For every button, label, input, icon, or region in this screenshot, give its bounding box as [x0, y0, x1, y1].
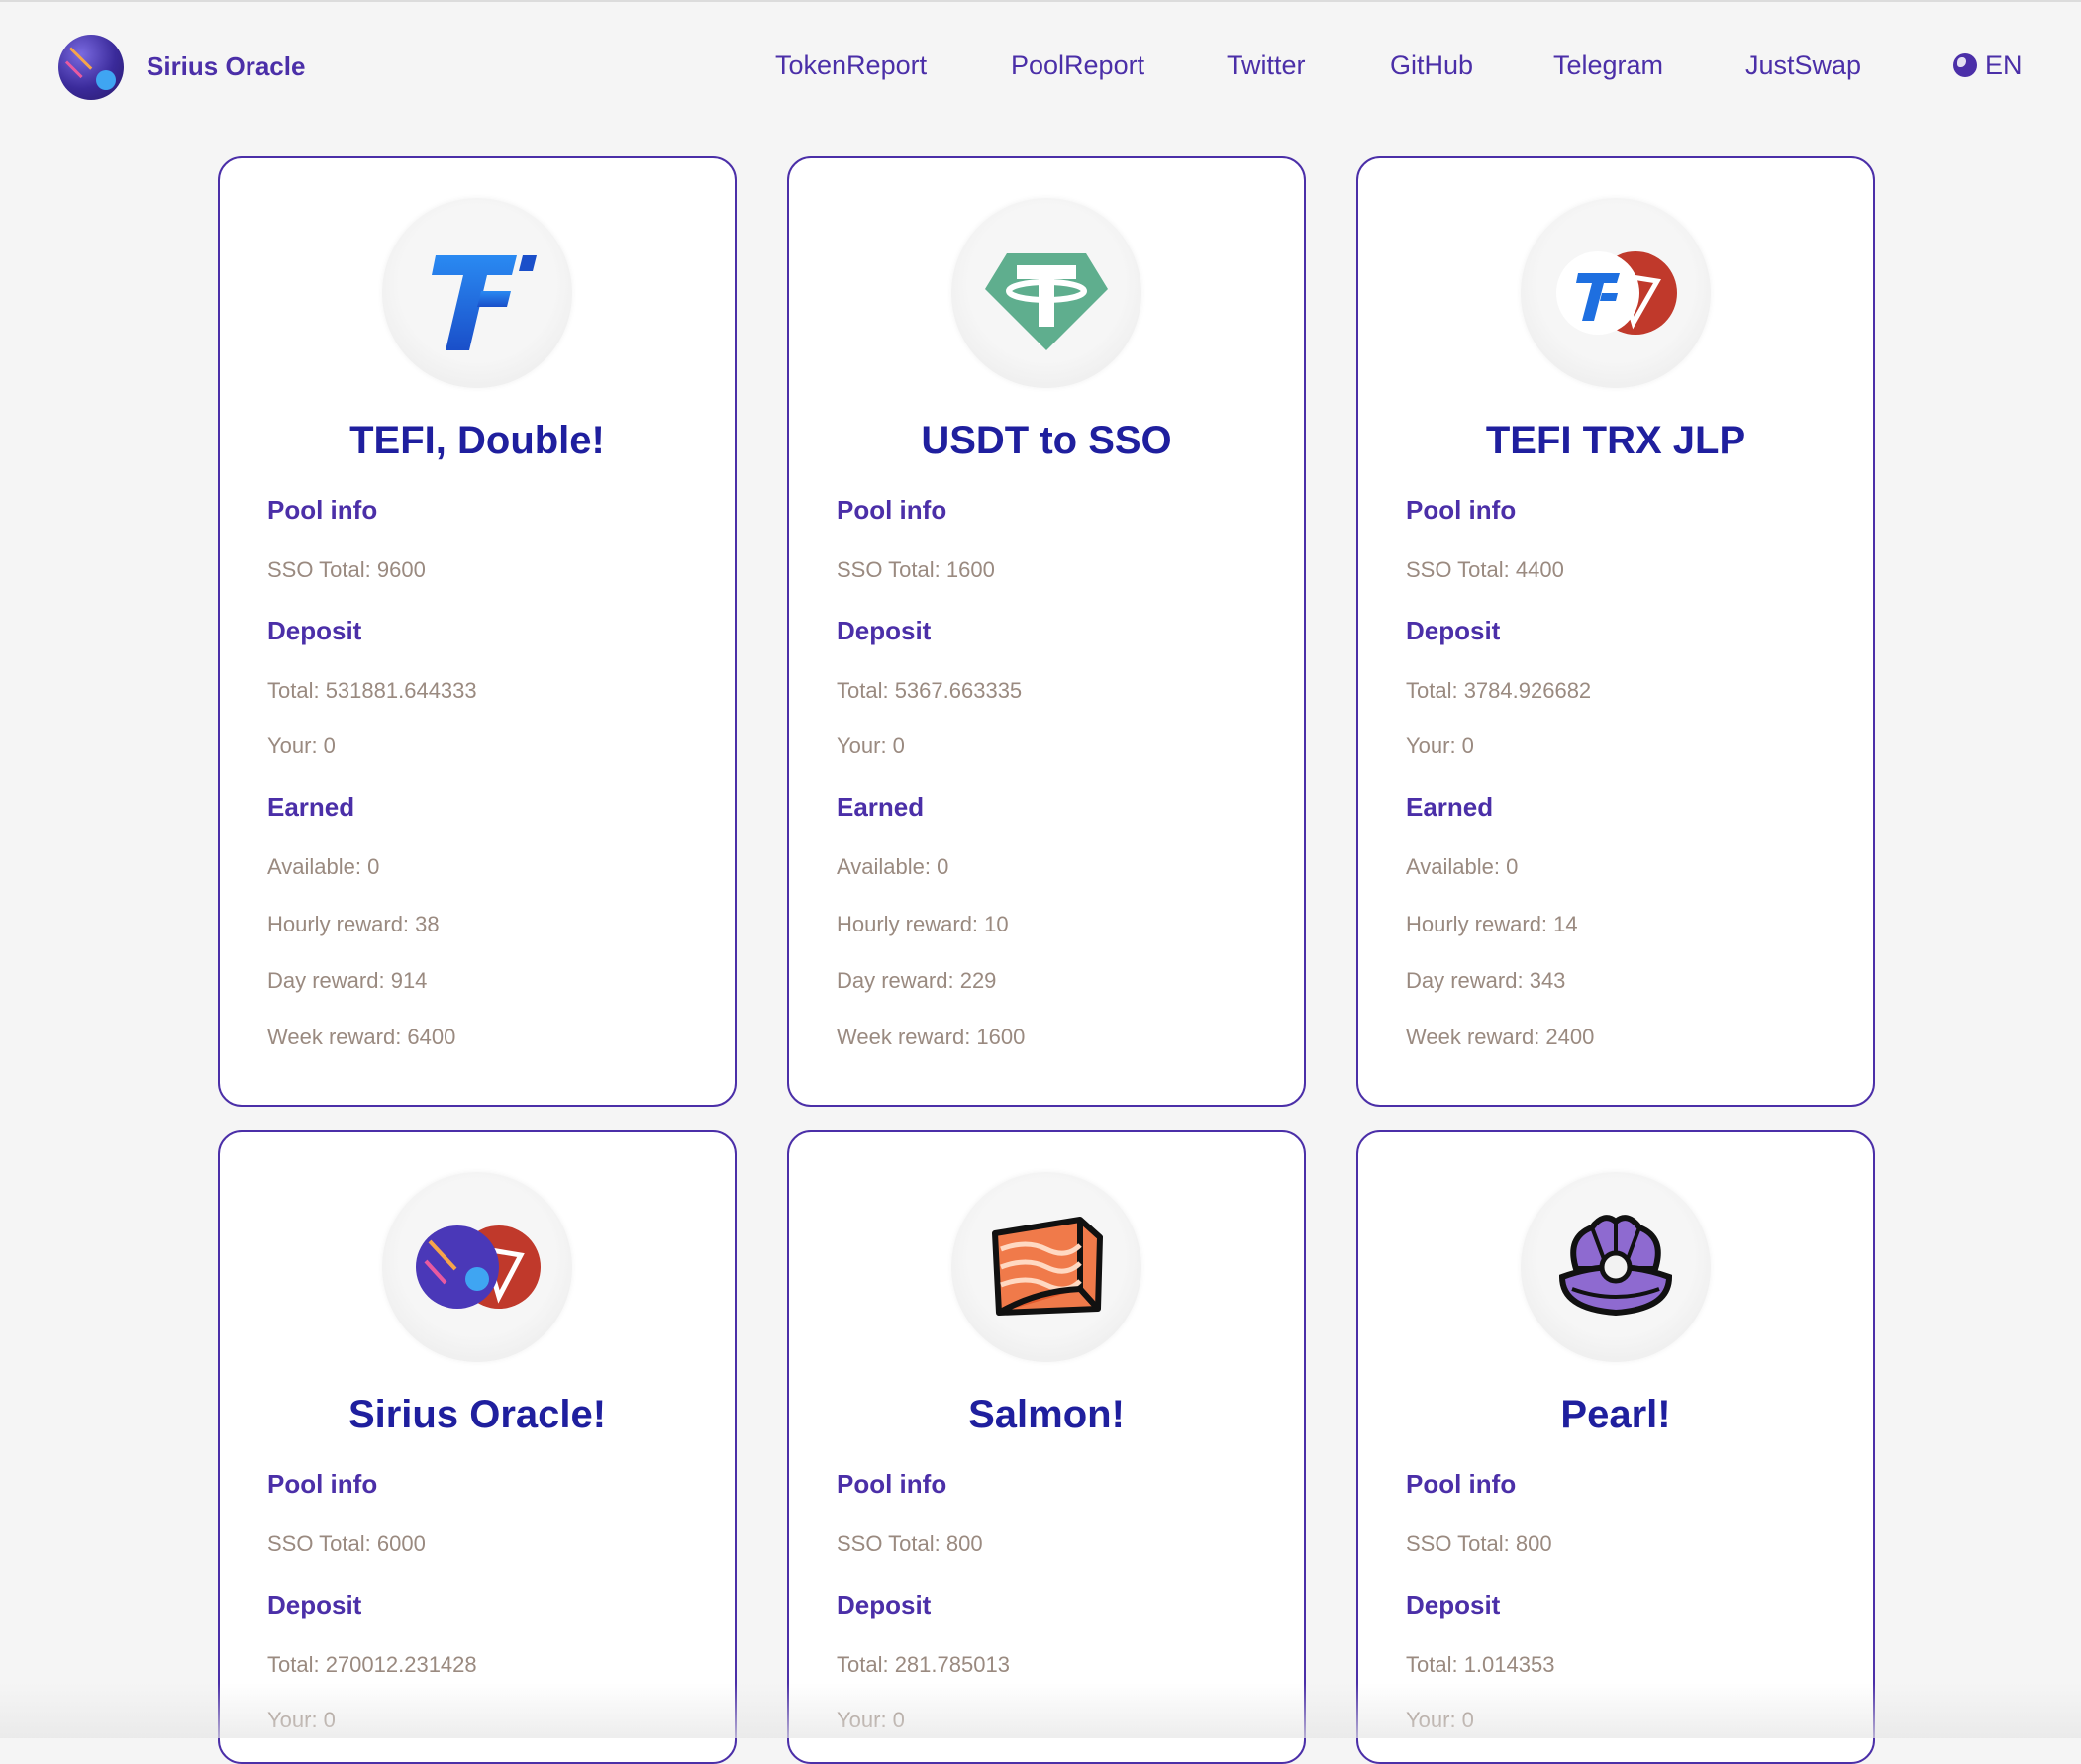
pool-card-sirius-oracle[interactable]: Sirius Oracle! Pool info SSO Total: 6000…: [218, 1130, 737, 1764]
pool-card-pearl[interactable]: Pearl! Pool info SSO Total: 800 Deposit …: [1356, 1130, 1875, 1764]
pool-title: Pearl!: [1560, 1393, 1671, 1436]
deposit-total: Total: 531881.644333: [267, 678, 477, 703]
deposit-heading: Deposit: [267, 616, 362, 645]
sso-total: SSO Total: 4400: [1406, 557, 1564, 582]
pool-card-tefi-trx[interactable]: TEFI TRX JLP Pool info SSO Total: 4400 D…: [1356, 156, 1875, 1107]
sso-total: SSO Total: 9600: [267, 557, 426, 582]
hourly-reward: Hourly reward: 10: [837, 912, 1009, 936]
pearl-icon: [1521, 1172, 1711, 1362]
earned-available: Available: 0: [267, 854, 380, 879]
deposit-heading: Deposit: [1406, 616, 1501, 645]
salmon-icon: [951, 1172, 1141, 1362]
language-label: EN: [1985, 50, 2023, 80]
deposit-heading: Deposit: [837, 1590, 932, 1619]
week-reward: Week reward: 1600: [837, 1025, 1026, 1049]
pool-title: TEFI, Double!: [349, 419, 605, 462]
sso-total: SSO Total: 1600: [837, 557, 995, 582]
day-reward: Day reward: 343: [1406, 968, 1566, 993]
pool-card-salmon[interactable]: Salmon! Pool info SSO Total: 800 Deposit…: [787, 1130, 1306, 1764]
earned-heading: Earned: [837, 792, 925, 822]
week-reward: Week reward: 2400: [1406, 1025, 1595, 1049]
deposit-heading: Deposit: [837, 616, 932, 645]
sso-total: SSO Total: 800: [1406, 1531, 1552, 1556]
sirius-oracle-logo-icon[interactable]: [58, 35, 124, 100]
week-reward: Week reward: 6400: [267, 1025, 456, 1049]
deposit-your: Your: 0: [267, 1708, 336, 1732]
nav-github[interactable]: GitHub: [1390, 49, 1473, 81]
nav-telegram[interactable]: Telegram: [1553, 49, 1663, 81]
earned-heading: Earned: [267, 792, 355, 822]
pool-info-heading: Pool info: [267, 1469, 378, 1499]
pool-card-tefi[interactable]: TEFI, Double! Pool info SSO Total: 9600 …: [218, 156, 737, 1107]
sso-trx-pair-icon: [382, 1172, 572, 1362]
day-reward: Day reward: 229: [837, 968, 997, 993]
nav-justswap[interactable]: JustSwap: [1745, 49, 1861, 81]
pool-info-heading: Pool info: [1406, 495, 1517, 525]
pool-title: Salmon!: [968, 1393, 1125, 1436]
pool-info-heading: Pool info: [267, 495, 378, 525]
nav-tokenreport[interactable]: TokenReport: [775, 49, 927, 81]
deposit-total: Total: 1.014353: [1406, 1652, 1555, 1677]
earned-available: Available: 0: [837, 854, 949, 879]
language-selector[interactable]: EN: [1953, 49, 2023, 81]
pool-card-usdt[interactable]: USDT to SSO Pool info SSO Total: 1600 De…: [787, 156, 1306, 1107]
earned-available: Available: 0: [1406, 854, 1519, 879]
hourly-reward: Hourly reward: 14: [1406, 912, 1578, 936]
deposit-heading: Deposit: [1406, 1590, 1501, 1619]
day-reward: Day reward: 914: [267, 968, 428, 993]
sso-total: SSO Total: 800: [837, 1531, 983, 1556]
deposit-total: Total: 3784.926682: [1406, 678, 1592, 703]
brand-name[interactable]: Sirius Oracle: [147, 51, 305, 81]
deposit-total: Total: 270012.231428: [267, 1652, 477, 1677]
pool-info-heading: Pool info: [1406, 1469, 1517, 1499]
deposit-your: Your: 0: [267, 734, 336, 758]
tefi-trx-pair-icon: [1521, 198, 1711, 388]
deposit-heading: Deposit: [267, 1590, 362, 1619]
deposit-total: Total: 281.785013: [837, 1652, 1010, 1677]
deposit-your: Your: 0: [1406, 734, 1474, 758]
header: Sirius Oracle TokenReport PoolReport Twi…: [0, 2, 2081, 129]
pool-info-heading: Pool info: [837, 495, 947, 525]
tefi-logo-icon: [382, 198, 572, 388]
nav-poolreport[interactable]: PoolReport: [1011, 49, 1144, 81]
deposit-your: Your: 0: [1406, 1708, 1474, 1732]
pool-title: Sirius Oracle!: [347, 1393, 607, 1436]
hourly-reward: Hourly reward: 38: [267, 912, 440, 936]
sso-total: SSO Total: 6000: [267, 1531, 426, 1556]
pool-info-heading: Pool info: [837, 1469, 947, 1499]
deposit-your: Your: 0: [837, 1708, 905, 1732]
earned-heading: Earned: [1406, 792, 1494, 822]
deposit-your: Your: 0: [837, 734, 905, 758]
pool-title: TEFI TRX JLP: [1485, 419, 1746, 462]
nav-twitter[interactable]: Twitter: [1227, 49, 1306, 81]
deposit-total: Total: 5367.663335: [837, 678, 1023, 703]
usdt-logo-icon: [951, 198, 1141, 388]
pool-title: USDT to SSO: [921, 419, 1172, 462]
globe-icon: [1953, 53, 1977, 77]
